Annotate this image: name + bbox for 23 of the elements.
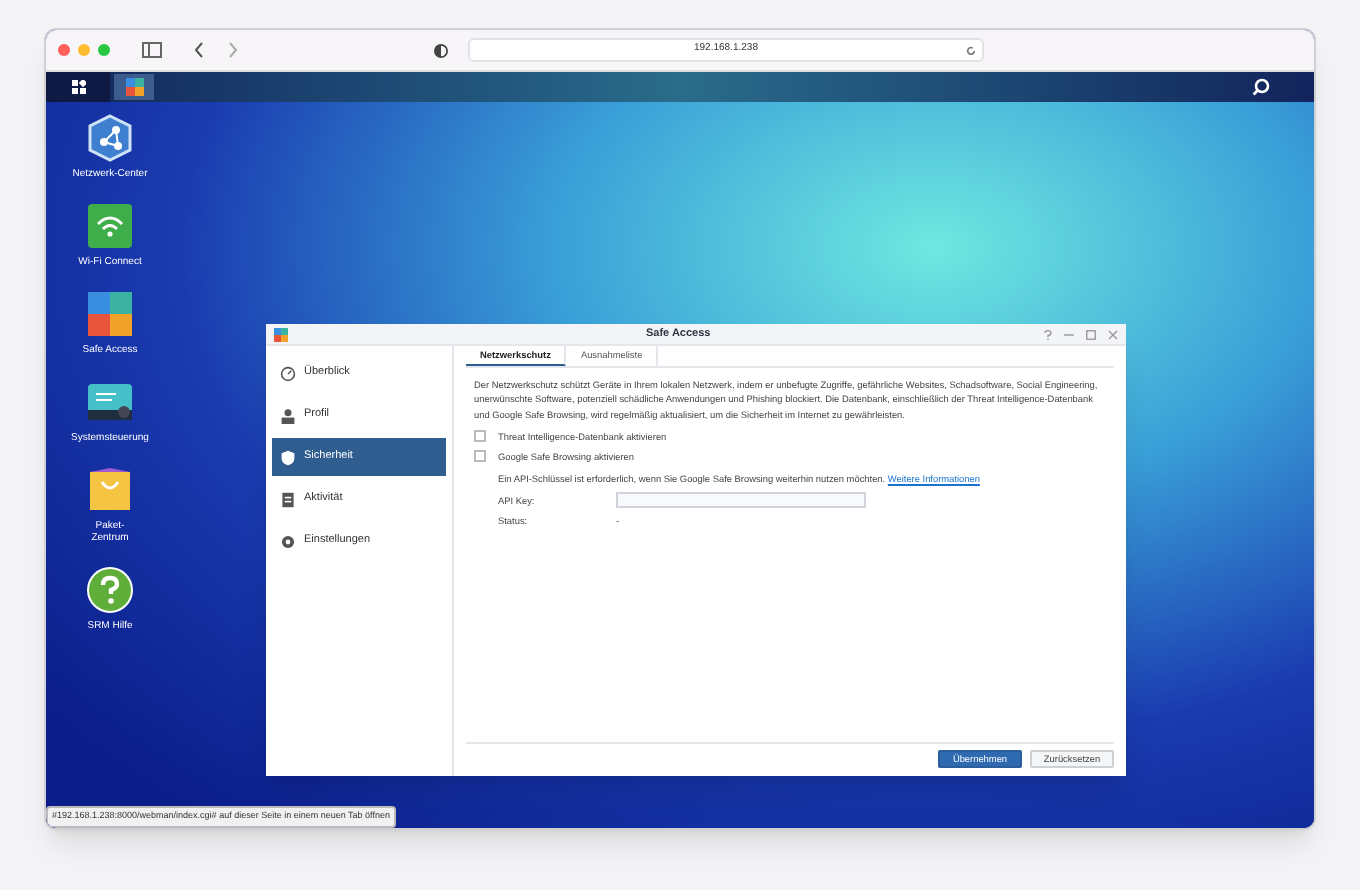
reload-icon[interactable] <box>966 45 976 55</box>
search-icon[interactable] <box>1252 78 1270 96</box>
maximize-icon[interactable] <box>1086 329 1096 339</box>
app-icon <box>274 327 288 341</box>
checkbox[interactable] <box>474 450 486 463</box>
gauge-icon <box>280 365 296 381</box>
checkbox[interactable] <box>474 430 486 443</box>
control-panel-icon[interactable] <box>86 378 134 426</box>
taskbar-app-button[interactable] <box>114 74 154 100</box>
person-icon <box>280 407 296 423</box>
tile-grid-icon[interactable] <box>86 290 134 338</box>
back-icon[interactable] <box>194 42 204 58</box>
gear-icon <box>280 533 296 549</box>
api-key-field[interactable] <box>616 492 866 509</box>
grid-icon <box>71 80 85 94</box>
sidebar-icon[interactable] <box>142 42 162 58</box>
app-icon <box>125 78 143 96</box>
shopping-bag-icon[interactable] <box>86 466 134 514</box>
network-hexagon-icon[interactable] <box>86 114 134 162</box>
wifi-icon[interactable] <box>86 202 134 250</box>
document-icon <box>280 491 296 507</box>
main-menu-button[interactable] <box>46 72 110 102</box>
close-icon[interactable] <box>1108 329 1118 339</box>
